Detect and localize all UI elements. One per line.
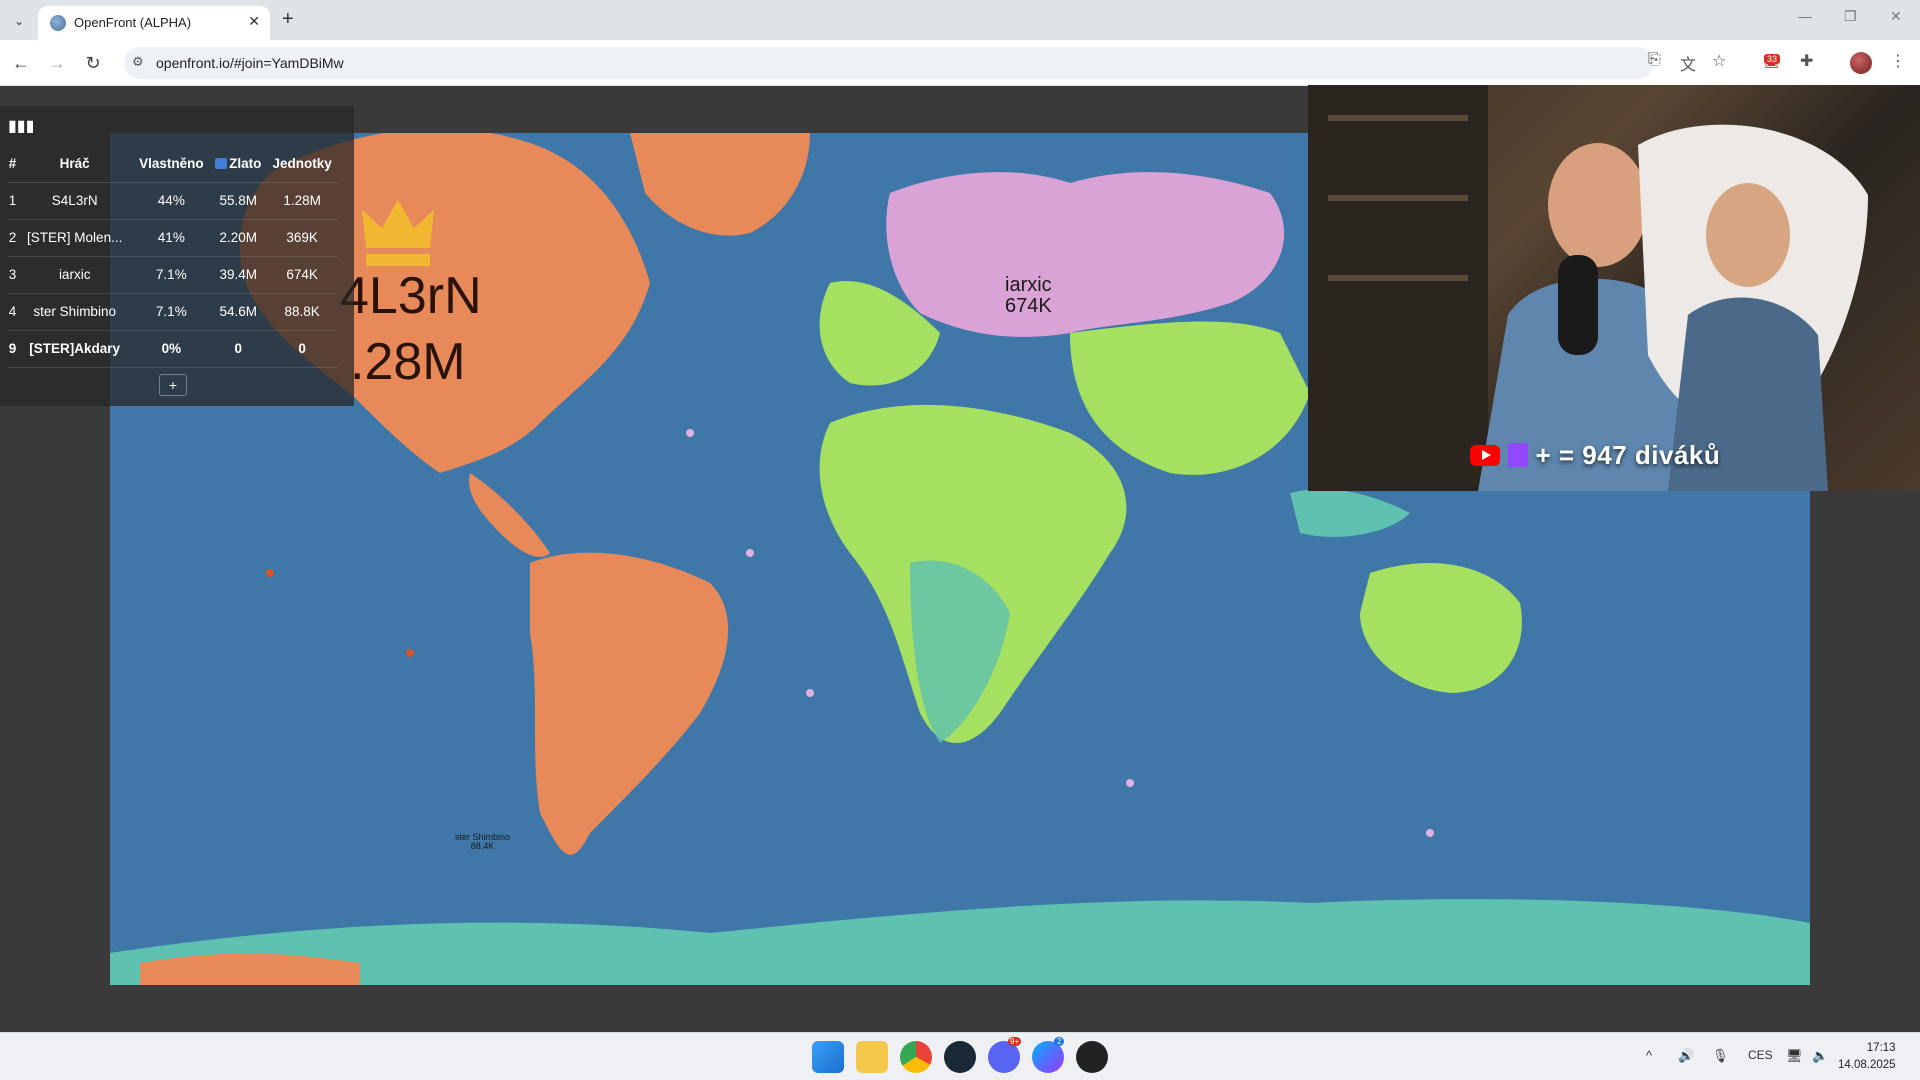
rank-cell: 3 — [8, 256, 18, 294]
owned-cell: 44% — [132, 182, 211, 220]
extensions-puzzle-icon[interactable]: ✚ — [1800, 51, 1813, 71]
profile-avatar[interactable] — [1850, 52, 1872, 74]
favicon-icon — [50, 15, 66, 31]
browser-toolbar: ← → ↻ ⚙ openfront.io/#join=YamDBiMw ⎘ 文 … — [0, 40, 1920, 86]
browser-tab[interactable]: OpenFront (ALPHA) ✕ — [38, 6, 270, 40]
close-tab-icon[interactable]: ✕ — [248, 13, 260, 30]
table-row-self[interactable]: 9 [STER]Akdary 0% 0 0 — [8, 330, 338, 368]
address-bar[interactable]: ⚙ openfront.io/#join=YamDBiMw — [124, 47, 1654, 79]
expand-leaderboard-button[interactable]: + — [159, 374, 187, 396]
translate-icon[interactable]: 文 — [1680, 51, 1696, 75]
col-rank[interactable]: # — [8, 146, 18, 183]
iarxic-troops-label: 674K — [1005, 295, 1052, 317]
start-icon[interactable] — [812, 1041, 844, 1073]
troops-cell: 369K — [266, 219, 338, 257]
col-gold[interactable]: Zlato — [210, 146, 267, 183]
install-app-icon[interactable]: ⎘ — [1648, 51, 1661, 69]
gold-cell: 0 — [210, 330, 267, 368]
gold-icon — [215, 158, 228, 170]
tab-bar: ⌄ OpenFront (ALPHA) ✕ + — ❐ ✕ — [0, 0, 1920, 40]
owned-cell: 41% — [132, 219, 211, 257]
player-cell: iarxic — [17, 256, 133, 294]
close-window-icon[interactable]: ✕ — [1890, 8, 1902, 25]
twitch-icon — [1507, 443, 1528, 467]
steam-icon[interactable] — [944, 1041, 976, 1073]
obs-icon[interactable] — [1076, 1041, 1108, 1073]
iarxic-name-label: iarxic — [1005, 274, 1052, 296]
player-cell: [STER]Akdary — [17, 330, 133, 368]
network-icon[interactable]: 🖥 — [1786, 1048, 1803, 1064]
troops-cell: 0 — [266, 330, 338, 368]
new-tab-button[interactable]: + — [282, 8, 294, 31]
bookmark-star-icon[interactable]: ☆ — [1712, 51, 1726, 71]
player-cell: [STER] Molen... — [17, 219, 133, 257]
leader-map-troops: .28M — [350, 333, 466, 391]
url-text[interactable]: openfront.io/#join=YamDBiMw — [156, 55, 344, 71]
table-row[interactable]: 2 [STER] Molen... 41% 2.20M 369K — [8, 219, 338, 257]
crown-icon — [362, 200, 434, 266]
rank-cell: 4 — [8, 293, 18, 331]
webcam-image — [1308, 85, 1868, 491]
col-troops[interactable]: Jednotky — [266, 146, 338, 183]
minimize-icon[interactable]: — — [1798, 8, 1812, 24]
col-owned[interactable]: Vlastněno — [132, 146, 211, 183]
gold-cell: 55.8M — [210, 182, 267, 220]
gold-cell: 54.6M — [210, 293, 267, 331]
col-gold-label: Zlato — [229, 156, 262, 172]
player-label-shimbino: ster Shimbino 88.4K — [455, 832, 510, 852]
menu-icon[interactable]: ⋮ — [1890, 51, 1906, 71]
extension-badge: 33 — [1764, 54, 1781, 64]
webcam-overlay — [1308, 85, 1920, 491]
table-row[interactable]: 3 iarxic 7.1% 39.4M 674K — [8, 256, 338, 294]
file-explorer-icon[interactable] — [856, 1041, 888, 1073]
viewer-count-banner: + = 947 diváků — [1470, 440, 1720, 471]
tab-title: OpenFront (ALPHA) — [74, 15, 192, 30]
forward-icon[interactable]: → — [44, 50, 70, 76]
troops-cell: 88.8K — [266, 293, 338, 331]
site-info-icon[interactable]: ⚙ — [132, 54, 144, 70]
gold-cell: 39.4M — [210, 256, 267, 294]
windows-taskbar: 9+ 2 ^ 🔊 🎙 CES 🖥 🔈 17:13 14.08.2025 — [0, 1032, 1920, 1080]
tab-search-icon[interactable]: ⌄ — [8, 10, 30, 32]
player-cell: ster Shimbino — [17, 293, 133, 331]
speaker-icon[interactable]: 🔈 — [1812, 1048, 1828, 1064]
rank-cell: 2 — [8, 219, 18, 257]
leaderboard-panel: ▮▮▮ # Hráč Vlastněno Zlato Jednotky 1 S4… — [0, 106, 354, 406]
clock-date: 14.08.2025 — [1838, 1059, 1896, 1071]
shimbino-troops-label: 88.4K — [470, 841, 495, 852]
rank-cell: 9 — [8, 330, 18, 368]
clock-time: 17:13 — [1866, 1042, 1896, 1054]
chrome-icon[interactable] — [900, 1041, 932, 1073]
troops-cell: 674K — [266, 256, 338, 294]
troops-cell: 1.28M — [266, 182, 338, 220]
leaderboard-table: # Hráč Vlastněno Zlato Jednotky 1 S4L3rN… — [8, 146, 338, 368]
owned-cell: 0% — [132, 330, 211, 368]
leader-map-name: 4L3rN — [340, 267, 482, 325]
player-cell: S4L3rN — [17, 182, 133, 220]
discord-badge: 9+ — [1008, 1037, 1022, 1046]
viewer-count-text: + = 947 diváků — [1535, 440, 1721, 470]
reload-icon[interactable]: ↻ — [80, 50, 106, 76]
player-label-iarxic: iarxic 674K — [1005, 275, 1052, 317]
table-row[interactable]: 4 ster Shimbino 7.1% 54.6M 88.8K — [8, 293, 338, 331]
back-icon[interactable]: ← — [8, 50, 34, 76]
input-language[interactable]: CES — [1748, 1048, 1773, 1062]
gold-cell: 2.20M — [210, 219, 267, 257]
microphone-icon[interactable]: 🎙 — [1712, 1048, 1729, 1064]
bar-chart-icon[interactable]: ▮▮▮ — [8, 116, 34, 136]
restore-icon[interactable]: ❐ — [1844, 8, 1857, 25]
volume-icon[interactable]: 🔊 — [1678, 1048, 1694, 1064]
youtube-icon — [1470, 445, 1500, 466]
table-row[interactable]: 1 S4L3rN 44% 55.8M 1.28M — [8, 182, 338, 220]
owned-cell: 7.1% — [132, 256, 211, 294]
col-player[interactable]: Hráč — [17, 146, 133, 183]
tray-overflow-icon[interactable]: ^ — [1646, 1048, 1652, 1063]
clock[interactable]: 17:13 14.08.2025 — [1838, 1040, 1896, 1074]
rank-cell: 1 — [8, 182, 18, 220]
owned-cell: 7.1% — [132, 293, 211, 331]
messenger-badge: 2 — [1054, 1037, 1065, 1046]
